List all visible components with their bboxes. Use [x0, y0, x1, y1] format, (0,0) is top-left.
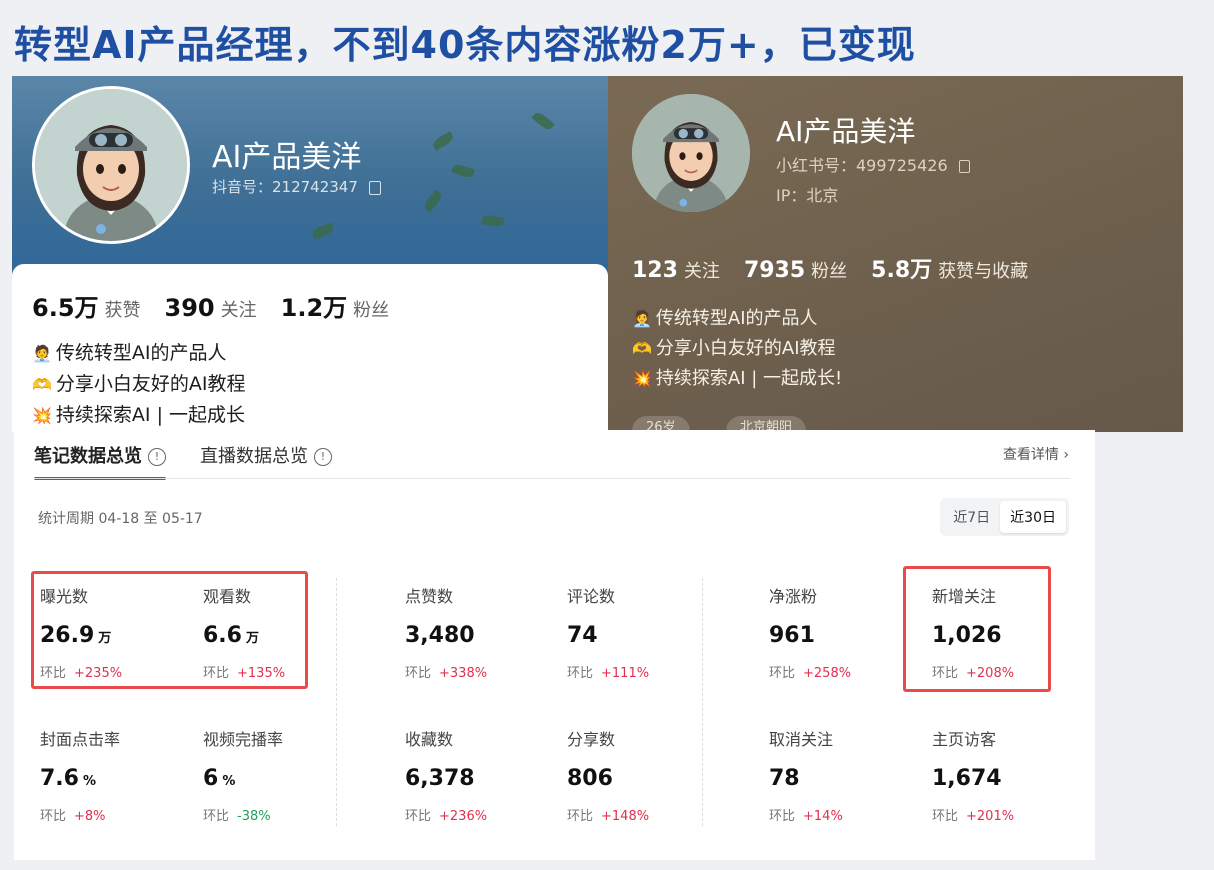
metric-value: 961 — [769, 623, 815, 648]
bio-line: 🫶 分享小白友好的AI教程 — [632, 338, 836, 359]
stat-following[interactable]: 390 关注 — [165, 294, 257, 322]
range-toggle: 近7日 近30日 — [940, 498, 1069, 536]
metric-label: 净涨粉 — [769, 587, 818, 606]
xiaohongshu-ip: IP：北京 — [776, 186, 839, 205]
metric-change: 环比 +14% — [769, 809, 843, 824]
metric-likes[interactable]: 点赞数 3,480 环比 +338% — [405, 583, 545, 681]
metric-new-follows[interactable]: 新增关注 1,026 环比 +208% — [932, 583, 1072, 681]
metric-label: 收藏数 — [405, 730, 454, 749]
bio-line: 🫶 分享小白友好的AI教程 — [32, 373, 246, 395]
heart-hands-icon: 🫶 — [32, 375, 52, 394]
metric-unit: % — [82, 774, 97, 789]
bio-line: 🧑‍💼 传统转型AI的产品人 — [632, 308, 818, 329]
metric-change: 环比 +135% — [203, 666, 286, 681]
metric-unit: 万 — [98, 631, 112, 646]
range-7d-button[interactable]: 近7日 — [943, 501, 1000, 533]
metric-value: 78 — [769, 766, 800, 791]
headline: 转型AI产品经理，不到40条内容涨粉2万+，已变现 — [14, 23, 916, 67]
stat-period: 统计周期 04-18 至 05-17 — [38, 511, 203, 527]
metric-label: 取消关注 — [769, 730, 834, 749]
person-icon: 🧑‍💼 — [32, 344, 52, 363]
stat-following[interactable]: 123 关注 — [632, 257, 720, 283]
metric-value: 6% — [203, 766, 236, 791]
burst-icon: 💥 — [32, 406, 52, 425]
metric-change: 环比 -38% — [203, 809, 271, 824]
metric-label: 新增关注 — [932, 587, 997, 606]
metric-label: 视频完播率 — [203, 730, 284, 749]
stat-likes[interactable]: 6.5万 获赞 — [32, 288, 141, 323]
xiaohongshu-bio: 🧑‍💼 传统转型AI的产品人 🫶 分享小白友好的AI教程 💥 持续探索AI | 一起成… — [632, 304, 842, 394]
douyin-avatar[interactable] — [32, 86, 190, 244]
metric-label: 观看数 — [203, 587, 252, 606]
metric-cover-ctr[interactable]: 封面点击率 7.6% 环比 +8% — [40, 726, 180, 824]
metric-unit: % — [222, 774, 236, 789]
stat-followers[interactable]: 1.2万 粉丝 — [281, 288, 390, 323]
view-details-link[interactable]: 查看详情 › — [1003, 444, 1069, 464]
metric-change: 环比 +201% — [932, 809, 1015, 824]
metric-value: 74 — [567, 623, 598, 648]
bio-line: 🧑‍💼 传统转型AI的产品人 — [32, 342, 227, 364]
metric-change: 环比 +236% — [405, 809, 488, 824]
xiaohongshu-stats: 123 关注 7935 粉丝 5.8万 获赞与收藏 — [632, 252, 1028, 284]
metric-value: 1,026 — [932, 623, 1002, 648]
xiaohongshu-id: 小红书号：499725426 — [776, 152, 970, 176]
info-icon[interactable]: ! — [148, 448, 166, 466]
metric-unfollows[interactable]: 取消关注 78 环比 +14% — [769, 726, 909, 824]
metric-views[interactable]: 观看数 6.6 万环比 +135% — [203, 583, 343, 681]
metric-net-followers[interactable]: 净涨粉 961 环比 +258% — [769, 583, 909, 681]
copy-icon[interactable] — [958, 160, 970, 173]
range-30d-button[interactable]: 近30日 — [1000, 501, 1066, 533]
person-icon: 🧑‍💼 — [632, 309, 652, 328]
tab-note-data[interactable]: 笔记数据总览! — [34, 442, 166, 480]
data-overview-panel: 笔记数据总览! 直播数据总览! 查看详情 › 统计周期 04-18 至 05-1… — [14, 430, 1095, 860]
metric-change: 环比 +235% — [40, 666, 123, 681]
metric-collects[interactable]: 收藏数 6,378 环比 +236% — [405, 726, 545, 824]
metric-change: 环比 +148% — [567, 809, 650, 824]
stat-likes-collects[interactable]: 5.8万 获赞与收藏 — [871, 252, 1028, 284]
metric-label: 评论数 — [567, 587, 616, 606]
metric-label: 主页访客 — [932, 730, 997, 749]
xiaohongshu-avatar[interactable] — [632, 94, 750, 212]
douyin-username: AI产品美洋 — [212, 140, 362, 175]
heart-hands-icon: 🫶 — [632, 339, 652, 358]
metric-change: 环比 +8% — [40, 809, 106, 824]
info-icon[interactable]: ! — [314, 448, 332, 466]
metric-change: 环比 +258% — [769, 666, 852, 681]
metric-value: 806 — [567, 766, 613, 791]
bio-line: 💥 持续探索AI | 一起成长! — [632, 368, 843, 389]
douyin-stats: 6.5万 获赞 390 关注 1.2万 粉丝 — [32, 288, 389, 323]
burst-icon: 💥 — [632, 369, 652, 388]
tab-divider — [34, 478, 1070, 479]
metric-label: 分享数 — [567, 730, 616, 749]
metric-value: 7.6% — [40, 766, 97, 791]
metric-label: 曝光数 — [40, 587, 89, 606]
metric-label: 点赞数 — [405, 587, 454, 606]
xiaohongshu-profile-card: AI产品美洋 小红书号：499725426 IP：北京 123 关注 7935 粉丝… — [608, 76, 1183, 432]
metric-change: 环比 +111% — [567, 666, 650, 681]
douyin-profile-card: AI产品美洋 抖音号：212742347 6.5万 获赞 390 关注 1.2万 粉丝… — [12, 76, 608, 432]
metric-change: 环比 +208% — [932, 666, 1015, 681]
metric-completion-rate[interactable]: 视频完播率 6% 环比 -38% — [203, 726, 343, 824]
metric-value: 6.6 万 — [203, 623, 259, 648]
stat-followers[interactable]: 7935 粉丝 — [744, 257, 847, 283]
xiaohongshu-username: AI产品美洋 — [776, 115, 916, 148]
douyin-id: 抖音号：212742347 — [212, 176, 381, 197]
metric-value: 1,674 — [932, 766, 1002, 791]
metric-label: 封面点击率 — [40, 730, 121, 749]
douyin-bio: 🧑‍💼 传统转型AI的产品人 🫶 分享小白友好的AI教程 💥 持续探索AI | 一起成… — [32, 338, 246, 431]
bio-line: 💥 持续探索AI | 一起成长 — [32, 404, 246, 426]
metric-value: 3,480 — [405, 623, 475, 648]
copy-icon[interactable] — [368, 180, 381, 195]
metric-value: 6,378 — [405, 766, 475, 791]
metric-shares[interactable]: 分享数 806 环比 +148% — [567, 726, 707, 824]
metric-value: 26.9 万 — [40, 623, 112, 648]
metric-comments[interactable]: 评论数 74 环比 +111% — [567, 583, 707, 681]
tab-live-data[interactable]: 直播数据总览! — [200, 442, 332, 480]
metric-change: 环比 +338% — [405, 666, 488, 681]
metric-unit: 万 — [245, 631, 259, 646]
metric-impressions[interactable]: 曝光数 26.9 万环比 +235% — [40, 583, 180, 681]
metric-profile-visitors[interactable]: 主页访客 1,674 环比 +201% — [932, 726, 1072, 824]
tab-bar: 笔记数据总览! 直播数据总览! — [34, 442, 332, 480]
